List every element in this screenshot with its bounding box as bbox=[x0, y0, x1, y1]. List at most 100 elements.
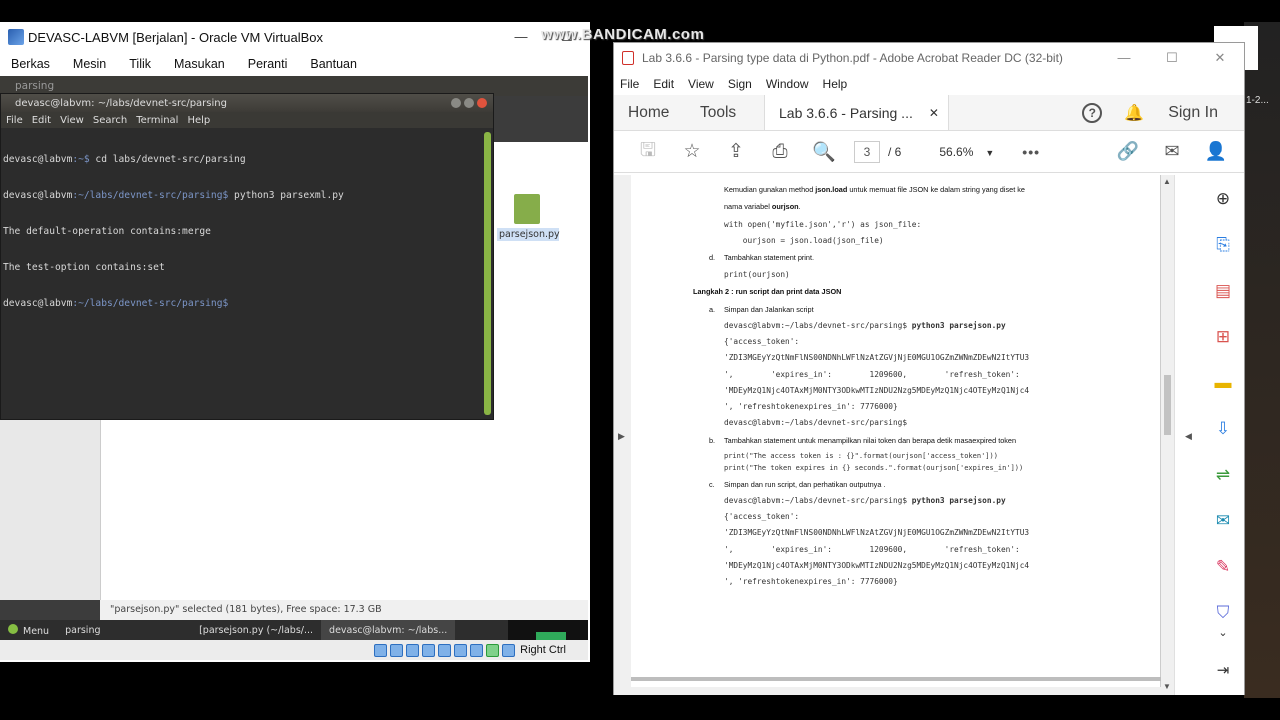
terminal-menu-file[interactable]: File bbox=[6, 115, 23, 126]
desktop-file-label[interactable]: 1-2... bbox=[1246, 95, 1269, 106]
save-icon[interactable]: 🖫 bbox=[626, 136, 670, 168]
python-file-icon[interactable] bbox=[514, 194, 540, 224]
sign-in-button[interactable]: Sign In bbox=[1168, 104, 1218, 122]
menu-masukan[interactable]: Masukan bbox=[174, 57, 225, 71]
document-scrollbar[interactable]: ▲ ▼ bbox=[1161, 175, 1174, 695]
guest-screen[interactable]: parsing parsejson.py "parsejson.py" sele… bbox=[0, 76, 588, 660]
print-icon[interactable]: ⎙ bbox=[758, 141, 802, 163]
star-icon[interactable]: ☆ bbox=[670, 140, 714, 163]
shared-folder-icon[interactable] bbox=[438, 643, 452, 657]
optical-icon[interactable] bbox=[390, 643, 404, 657]
add-user-icon[interactable]: 👤 bbox=[1194, 141, 1238, 162]
terminal-minimize-button[interactable] bbox=[451, 98, 461, 108]
acrobat-minimize-button[interactable]: — bbox=[1100, 50, 1148, 66]
acrobat-maximize-button[interactable]: ☐ bbox=[1148, 50, 1196, 66]
zoom-out-icon[interactable]: 🔍 bbox=[802, 140, 846, 164]
terminal-menu-terminal[interactable]: Terminal bbox=[136, 115, 178, 126]
scroll-down-icon[interactable]: ▼ bbox=[1163, 682, 1171, 691]
terminal-menu-edit[interactable]: Edit bbox=[32, 115, 51, 126]
menu-tilik[interactable]: Tilik bbox=[129, 57, 151, 71]
terminal-menu-search[interactable]: Search bbox=[93, 115, 127, 126]
terminal-maximize-button[interactable] bbox=[464, 98, 474, 108]
minimize-button[interactable]: — bbox=[498, 29, 544, 45]
taskbar-item-parsing[interactable]: parsing bbox=[57, 625, 191, 636]
close-tab-icon[interactable]: ✕ bbox=[929, 106, 939, 120]
organize-pages-icon[interactable]: ▤ bbox=[1213, 281, 1233, 301]
more-options-icon[interactable]: ••• bbox=[1022, 144, 1040, 160]
bell-icon[interactable]: 🔔 bbox=[1124, 103, 1144, 123]
acrobat-close-button[interactable]: ✕ bbox=[1196, 50, 1244, 66]
compress-icon[interactable]: ⇌ bbox=[1213, 465, 1233, 485]
menu-berkas[interactable]: Berkas bbox=[11, 57, 50, 71]
pdf-code-line: ', 'refreshtokenexpires_in': 7776000} bbox=[724, 402, 898, 411]
disk-icon[interactable] bbox=[374, 643, 388, 657]
pdf-code-line: ', 'refreshtokenexpires_in': 7776000} bbox=[724, 577, 898, 586]
capture-icon[interactable] bbox=[470, 643, 484, 657]
acrobat-menu-edit[interactable]: Edit bbox=[653, 77, 674, 91]
pdf-heading: Langkah 2 : run script dan print data JS… bbox=[693, 287, 842, 296]
scrollbar-thumb[interactable] bbox=[1164, 375, 1171, 435]
vbox-statusbar: Right Ctrl bbox=[0, 640, 588, 660]
menu-bantuan[interactable]: Bantuan bbox=[310, 57, 357, 71]
send-for-signature-icon[interactable]: ✉ bbox=[1213, 511, 1233, 531]
left-panel-toggle-icon[interactable]: ▶ bbox=[618, 431, 625, 442]
terminal-menu-view[interactable]: View bbox=[60, 115, 84, 126]
terminal-menu-help[interactable]: Help bbox=[187, 115, 210, 126]
acrobat-titlebar: Lab 3.6.6 - Parsing type data di Python.… bbox=[614, 43, 1244, 73]
terminal-window[interactable]: devasc@labvm: ~/labs/devnet-src/parsing … bbox=[0, 93, 494, 420]
taskbar-item-terminal[interactable]: devasc@labvm: ~/labs... bbox=[321, 620, 456, 640]
acrobat-menu-sign[interactable]: Sign bbox=[728, 77, 752, 91]
zoom-select[interactable]: 56.6% ▼ bbox=[939, 145, 994, 159]
link-icon[interactable]: 🔗 bbox=[1106, 141, 1150, 162]
acrobat-menu-file[interactable]: File bbox=[620, 77, 639, 91]
display-icon[interactable] bbox=[422, 643, 436, 657]
help-icon[interactable]: ? bbox=[1082, 102, 1103, 123]
taskbar-menu-button[interactable]: Menu bbox=[0, 623, 57, 637]
page-number-input[interactable]: 3 bbox=[854, 140, 880, 163]
acrobat-menu-help[interactable]: Help bbox=[823, 77, 848, 91]
bandicam-watermark: www.BANDICAM.com bbox=[541, 26, 705, 43]
nav-tools[interactable]: Tools bbox=[700, 104, 762, 122]
terminal-line: The default-operation contains:merge bbox=[3, 226, 211, 237]
vbox-titlebar: DEVASC-LABVM [Berjalan] - Oracle VM Virt… bbox=[0, 22, 590, 52]
cpu-icon[interactable] bbox=[486, 643, 500, 657]
usb-icon[interactable] bbox=[406, 643, 420, 657]
export-pdf-icon[interactable]: ⎘ bbox=[1213, 235, 1233, 255]
pdf-code-line: devasc@labvm:~/labs/devnet-src/parsing$ … bbox=[724, 321, 1006, 330]
create-pdf-icon[interactable]: ⊞ bbox=[1213, 327, 1233, 347]
upload-icon[interactable]: ⇪ bbox=[714, 140, 758, 163]
collapse-pane-icon[interactable]: ◀ bbox=[1185, 431, 1192, 442]
tools-pane: ◀ ⊕ ⎘ ▤ ⊞ ▬ ⇩ ⇌ ✉ ✎ ⛉ ⌄ ⇥ bbox=[1174, 175, 1244, 695]
menu-mesin[interactable]: Mesin bbox=[73, 57, 106, 71]
terminal-scrollbar[interactable] bbox=[484, 132, 491, 415]
network-icon[interactable] bbox=[454, 643, 468, 657]
protect-icon[interactable]: ⛉ bbox=[1213, 603, 1233, 623]
expand-pane-icon[interactable]: ⇥ bbox=[1213, 661, 1233, 681]
zoom-icon[interactable]: ⊕ bbox=[1213, 189, 1233, 209]
acrobat-menu-window[interactable]: Window bbox=[766, 77, 809, 91]
taskbar-item-editor[interactable]: [parsejson.py (~/labs/... bbox=[191, 625, 321, 636]
pdf-code-line: {'access_token': bbox=[724, 337, 800, 346]
acrobat-menu-view[interactable]: View bbox=[688, 77, 714, 91]
mouse-integration-icon[interactable] bbox=[502, 643, 516, 657]
chevron-down-icon[interactable]: ⌄ bbox=[1213, 623, 1233, 643]
acrobat-toolbar: 🖫 ☆ ⇪ ⎙ 🔍 3 / 6 56.6% ▼ ••• 🔗 ✉ 👤 bbox=[614, 131, 1244, 173]
document-viewport[interactable]: ▶ Kemudian gunakan method json.load untu… bbox=[614, 175, 1174, 695]
pdf-code-line: devasc@labvm:~/labs/devnet-src/parsing$ … bbox=[724, 496, 1006, 505]
document-tab[interactable]: Lab 3.6.6 - Parsing ... ✕ bbox=[764, 95, 949, 130]
terminal-menubar: File Edit View Search Terminal Help bbox=[1, 112, 493, 128]
pdf-code-line: ', 'expires_in': 1209600, 'refresh_token… bbox=[724, 545, 1020, 554]
menu-peranti[interactable]: Peranti bbox=[248, 57, 288, 71]
scroll-up-icon[interactable]: ▲ bbox=[1163, 177, 1171, 186]
terminal-line: devasc@labvm:~/labs/devnet-src/parsing$ … bbox=[3, 190, 344, 201]
comment-icon[interactable]: ▬ bbox=[1213, 373, 1233, 393]
terminal-output[interactable]: devasc@labvm:~$ cd labs/devnet-src/parsi… bbox=[3, 130, 485, 416]
mail-icon[interactable]: ✉ bbox=[1150, 141, 1194, 162]
fill-sign-icon[interactable]: ✎ bbox=[1213, 557, 1233, 577]
combine-files-icon[interactable]: ⇩ bbox=[1213, 419, 1233, 439]
file-label[interactable]: parsejson.py bbox=[497, 228, 560, 241]
pdf-code-line: print("The access token is : {}".format(… bbox=[724, 452, 998, 460]
pdf-code-line: print("The token expires in {} seconds."… bbox=[724, 464, 1024, 472]
nav-home[interactable]: Home bbox=[614, 104, 700, 122]
terminal-close-button[interactable] bbox=[477, 98, 487, 108]
